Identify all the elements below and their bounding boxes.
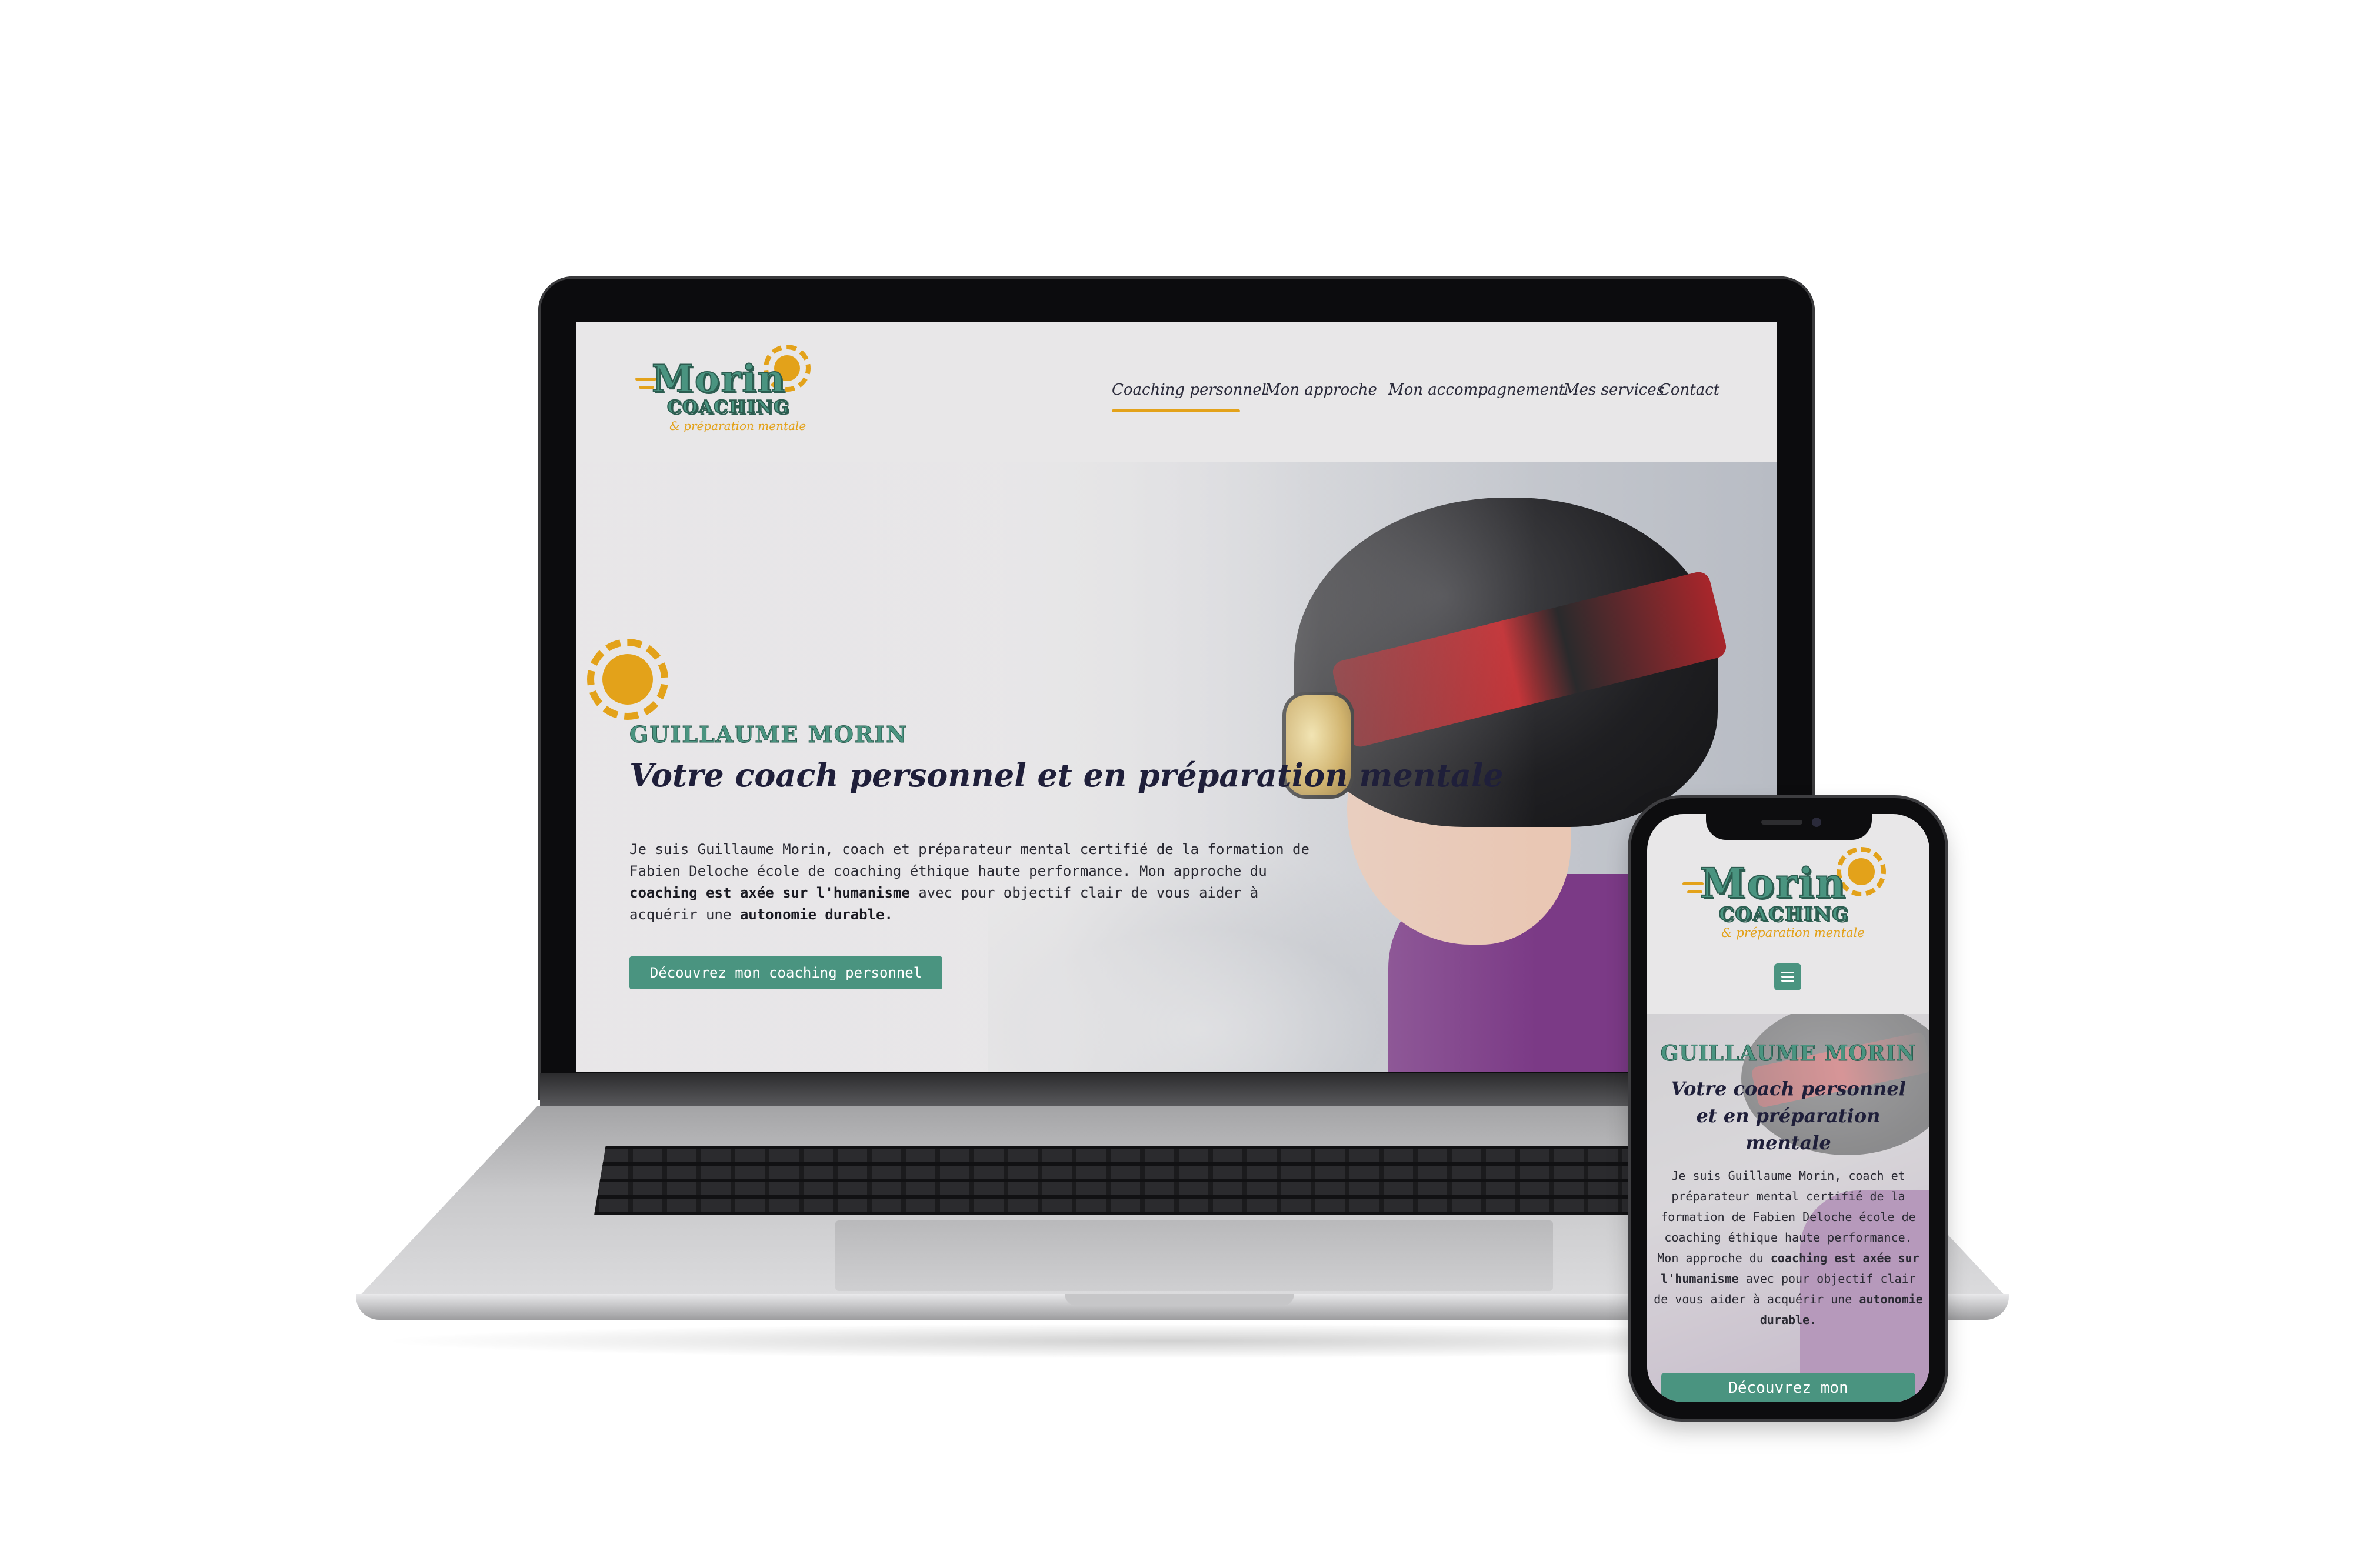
hero-text-part: Je suis Guillaume Morin, coach et prépar…	[629, 841, 1309, 879]
mobile-menu-button[interactable]	[1774, 963, 1801, 990]
phone-camera-icon	[1812, 818, 1821, 827]
logo-word-coaching: COACHING	[1718, 903, 1849, 925]
hero-text-bold: coaching est axée sur l'humanisme	[629, 885, 910, 901]
nav-item-mes-services[interactable]: Mes services	[1564, 381, 1664, 399]
mobile-site-logo[interactable]: Morin COACHING & préparation mentale	[1682, 847, 1906, 959]
hero-kicker: GUILLAUME MORIN	[629, 721, 908, 748]
phone-notch	[1706, 812, 1872, 840]
logo-word-coaching: COACHING	[666, 397, 790, 418]
hamburger-menu-icon	[1781, 972, 1794, 973]
main-nav: Coaching personnel Mon approche Mon acco…	[1106, 381, 1719, 422]
laptop-trackpad	[835, 1220, 1553, 1291]
mobile-hero-title: Votre coach personnel et en préparation …	[1671, 1077, 1906, 1154]
mobile-hero-cta-button[interactable]: Découvrez mon	[1661, 1373, 1915, 1402]
hero-cta-button[interactable]: Découvrez mon coaching personnel	[629, 956, 942, 989]
nav-active-underline	[1112, 409, 1240, 412]
hero-title: Votre coach personnel et en préparation …	[629, 756, 1504, 794]
nav-item-label: Mon approche	[1265, 381, 1377, 399]
nav-item-label: Mes services	[1564, 381, 1665, 399]
phone-speaker	[1761, 820, 1802, 825]
hero-text-bold: autonomie durable.	[739, 906, 893, 923]
nav-item-mon-approche[interactable]: Mon approche	[1265, 381, 1377, 399]
hamburger-menu-icon	[1781, 976, 1794, 978]
laptop-lip-notch	[1065, 1294, 1294, 1306]
laptop-screen: Morin COACHING & préparation mentale Coa…	[576, 322, 1777, 1072]
mobile-hero-section: GUILLAUME MORIN Votre coach personnel et…	[1647, 1014, 1929, 1402]
nav-item-mon-accompagnement[interactable]: Mon accompagnement	[1388, 381, 1565, 399]
logo-word: Morin	[1699, 859, 1847, 908]
logo-tagline: & préparation mentale	[1721, 926, 1865, 940]
hamburger-menu-icon	[1781, 980, 1794, 982]
nav-item-label: Coaching personnel	[1112, 381, 1267, 399]
phone-screen: Morin COACHING & préparation mentale GUI…	[1647, 814, 1929, 1402]
nav-item-coaching-personnel[interactable]: Coaching personnel	[1112, 381, 1267, 412]
hero-description: Je suis Guillaume Morin, coach et prépar…	[629, 839, 1312, 926]
site-logo[interactable]: Morin COACHING & préparation mentale	[635, 345, 824, 446]
site-header: Morin COACHING & préparation mentale Coa…	[576, 322, 1777, 462]
laptop-keyboard	[594, 1146, 1759, 1215]
nav-item-contact[interactable]: Contact	[1659, 381, 1719, 399]
logo-tagline: & préparation mentale	[669, 419, 806, 433]
mobile-hero-kicker: GUILLAUME MORIN	[1660, 1041, 1917, 1066]
mobile-hero-description: Je suis Guillaume Morin, coach et prépar…	[1651, 1166, 1926, 1330]
hero-sun-icon	[602, 654, 653, 705]
logo-word: Morin	[651, 357, 786, 401]
nav-item-label: Contact	[1659, 381, 1720, 399]
laptop-hinge	[540, 1073, 1813, 1107]
logo-sun-icon	[1848, 858, 1875, 885]
nav-item-label: Mon accompagnement	[1388, 381, 1565, 399]
hero-section: GUILLAUME MORIN Votre coach personnel et…	[576, 462, 1777, 1072]
